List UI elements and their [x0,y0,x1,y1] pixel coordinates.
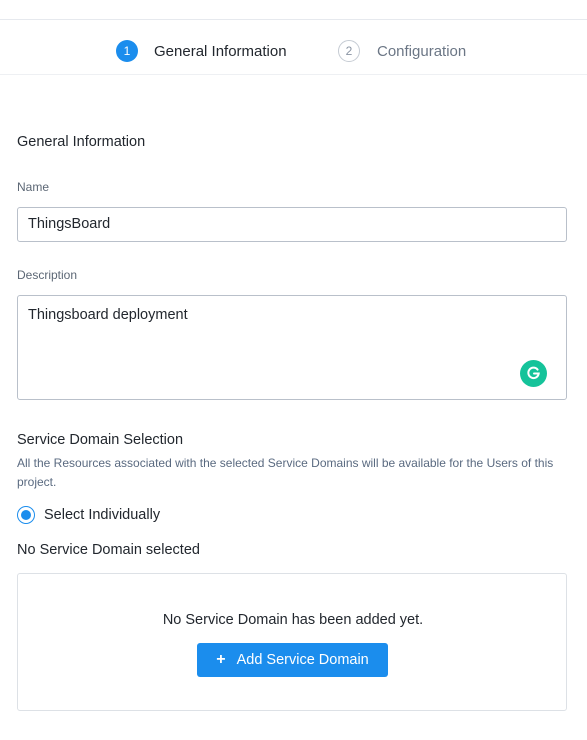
step-label: General Information [154,42,287,60]
service-domain-list-panel: No Service Domain has been added yet. + … [17,573,567,711]
add-service-domain-label: Add Service Domain [236,652,369,668]
service-domain-title: Service Domain Selection [17,432,184,448]
section-title: General Information [17,134,146,150]
step-number: 1 [116,40,138,62]
select-individually-radio[interactable]: Select Individually [17,506,160,524]
top-bar [0,0,587,20]
description-field[interactable]: Thingsboard deployment [17,295,567,400]
radio-selected-icon[interactable] [17,506,35,524]
add-service-domain-button[interactable]: + Add Service Domain [197,643,388,677]
name-field[interactable]: ThingsBoard [17,207,567,242]
step-label: Configuration [377,42,467,60]
wizard-stepper: 1 General Information 2 Configuration [0,20,587,75]
no-service-domain-selected-text: No Service Domain selected [17,542,200,558]
step-number: 2 [338,40,360,62]
name-label: Name [17,180,50,194]
step-configuration[interactable]: 2 Configuration [338,40,466,62]
grammarly-icon[interactable] [520,360,547,387]
empty-state-message: No Service Domain has been added yet. [162,612,424,628]
service-domain-description: All the Resources associated with the se… [17,456,554,489]
radio-label: Select Individually [44,507,161,523]
step-general-information[interactable]: 1 General Information [116,40,287,62]
description-label: Description [17,268,78,282]
plus-icon: + [216,651,226,668]
